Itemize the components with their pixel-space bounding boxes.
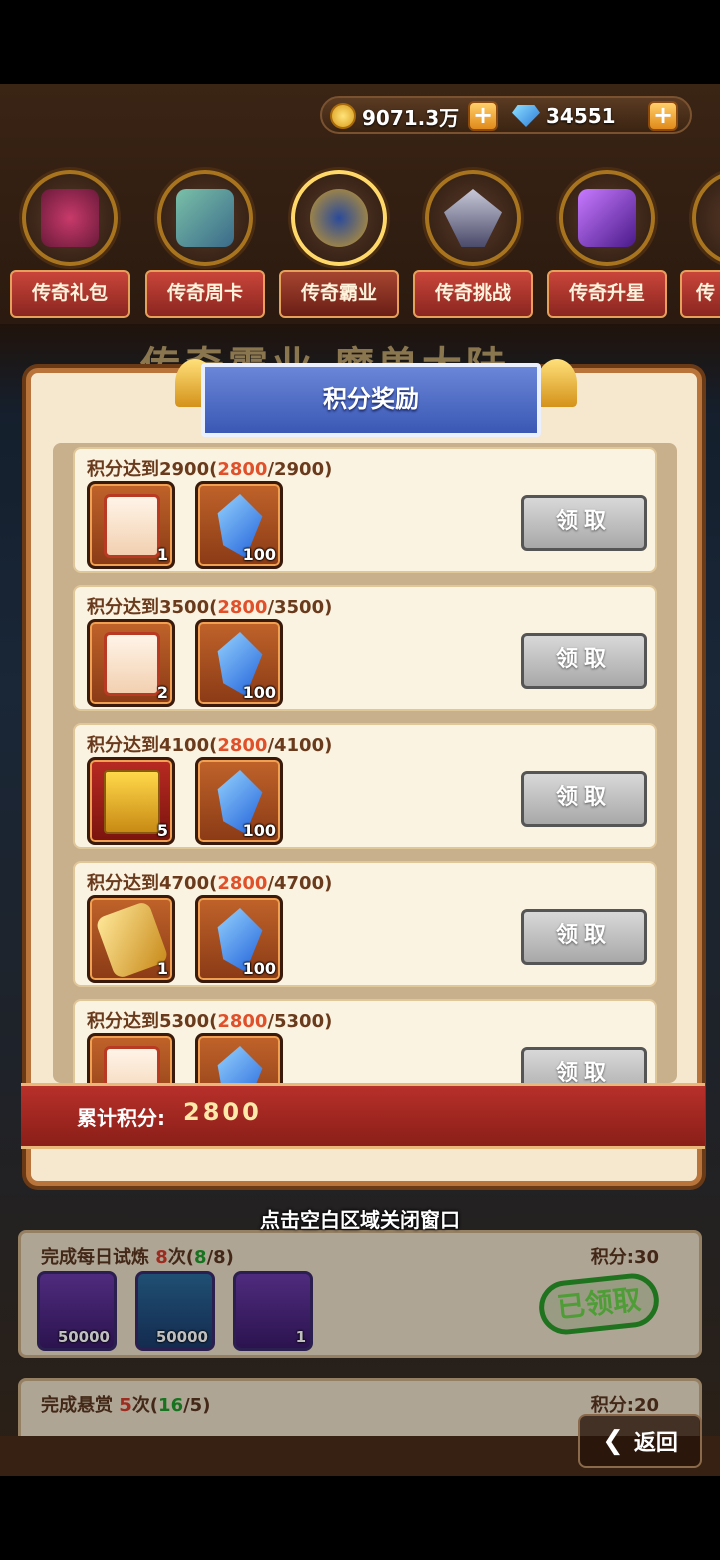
reward-item[interactable]: 1 — [87, 895, 175, 983]
scroll-icon — [104, 494, 160, 558]
hegemony-icon — [310, 189, 368, 247]
nav-label: 传奇升星 — [547, 270, 667, 318]
claim-button[interactable]: 领取 — [521, 909, 647, 965]
add-gold-button[interactable]: + — [468, 101, 498, 131]
total-points-value: 2800 — [183, 1098, 262, 1126]
reward-row: 积分达到2900(2800/2900) 1 100 领取 — [73, 447, 657, 573]
reward-threshold: 积分达到5300(2800/5300) — [87, 1011, 333, 1032]
scroll-icon — [104, 1046, 160, 1083]
nav-label: 传奇挑战 — [413, 270, 533, 318]
reward-item[interactable]: 5 — [87, 757, 175, 845]
more-icon — [711, 189, 720, 247]
claim-button[interactable]: 领取 — [521, 771, 647, 827]
reward-item[interactable] — [87, 1033, 175, 1083]
reward-item[interactable]: 100 — [195, 481, 283, 569]
gold-display: 9071.3万 — [330, 102, 459, 130]
reward-item[interactable]: 2 — [87, 619, 175, 707]
reward-threshold: 积分达到3500(2800/3500) — [87, 597, 333, 618]
reward-item[interactable] — [195, 1033, 283, 1083]
back-label: 返回 — [633, 1431, 678, 1456]
reward-row: 积分达到4700(2800/4700) 1 100 领取 — [73, 861, 657, 987]
nav-icon-frame — [692, 170, 720, 266]
nav-icon-frame — [157, 170, 253, 266]
crystal-icon — [217, 1046, 263, 1083]
back-arrow-icon: ❮ — [602, 1426, 624, 1456]
game-screen: 9071.3万 + 34551 + 传奇礼包 传奇周卡 传奇霸业 传奇挑战 传奇… — [0, 84, 720, 1476]
nav-label: 传奇霸业 — [279, 270, 399, 318]
points-reward-modal: 积分奖励 积分达到2900(2800/2900) 1 100 领取 积分达到35… — [21, 359, 705, 1186]
nav-icon-frame — [291, 170, 387, 266]
close-hint: 点击空白区域关闭窗口 — [260, 1208, 460, 1232]
book-icon — [104, 770, 160, 834]
gold-amount: 9071.3万 — [362, 105, 460, 130]
total-points-bar: 累计积分: 2800 — [21, 1083, 705, 1149]
nav-icon-frame — [425, 170, 521, 266]
gem-display: 34551 — [512, 102, 616, 130]
currency-bar: 9071.3万 + 34551 + — [320, 96, 692, 134]
gift-bag-icon — [41, 189, 99, 247]
nav-label: 传奇周卡 — [145, 270, 265, 318]
reward-item[interactable]: 100 — [195, 619, 283, 707]
nav-label: 传奇礼包 — [10, 270, 130, 318]
nav-icon-frame — [22, 170, 118, 266]
reward-row: 积分达到5300(2800/5300) 领取 — [73, 999, 657, 1083]
reward-item[interactable]: 100 — [195, 757, 283, 845]
reward-threshold: 积分达到4100(2800/4100) — [87, 735, 333, 756]
scroll-icon — [104, 632, 160, 696]
nav-label: 传 — [680, 270, 720, 318]
gold-coin-icon — [330, 103, 356, 129]
weekly-card-icon — [176, 189, 234, 247]
gem-amount: 34551 — [546, 104, 616, 128]
reward-item[interactable]: 100 — [195, 895, 283, 983]
wing-ornament-icon — [537, 359, 577, 407]
reward-threshold: 积分达到4700(2800/4700) — [87, 873, 333, 894]
reward-threshold: 积分达到2900(2800/2900) — [87, 459, 333, 480]
star-up-icon — [578, 189, 636, 247]
back-button[interactable]: ❮ 返回 — [578, 1414, 702, 1468]
reward-row: 积分达到4100(2800/4100) 5 100 领取 — [73, 723, 657, 849]
reward-row: 积分达到3500(2800/3500) 2 100 领取 — [73, 585, 657, 711]
claim-button[interactable]: 领取 — [521, 495, 647, 551]
reward-item[interactable]: 1 — [87, 481, 175, 569]
modal-title: 积分奖励 — [201, 363, 541, 437]
total-points-label: 累计积分: — [77, 1106, 165, 1130]
nav-icon-frame — [559, 170, 655, 266]
challenge-icon — [444, 189, 502, 247]
reward-list[interactable]: 积分达到2900(2800/2900) 1 100 领取 积分达到3500(28… — [53, 443, 677, 1083]
add-gem-button[interactable]: + — [648, 101, 678, 131]
claim-button[interactable]: 领取 — [521, 633, 647, 689]
claim-button[interactable]: 领取 — [521, 1047, 647, 1083]
gem-icon — [512, 105, 540, 127]
